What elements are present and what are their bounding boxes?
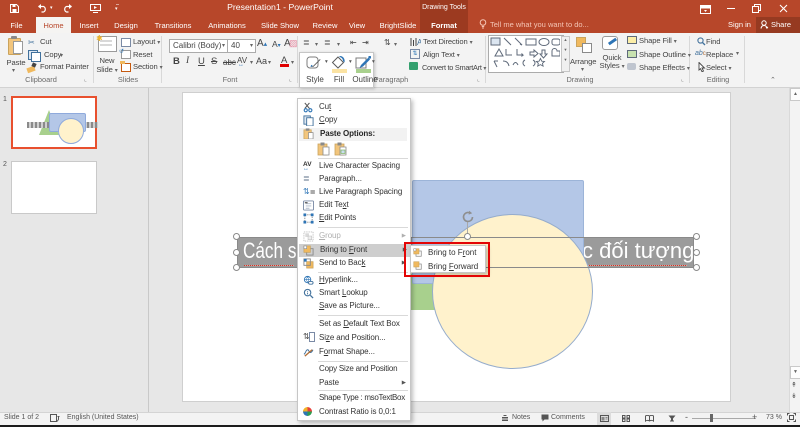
svg-text:A: A (417, 38, 421, 47)
